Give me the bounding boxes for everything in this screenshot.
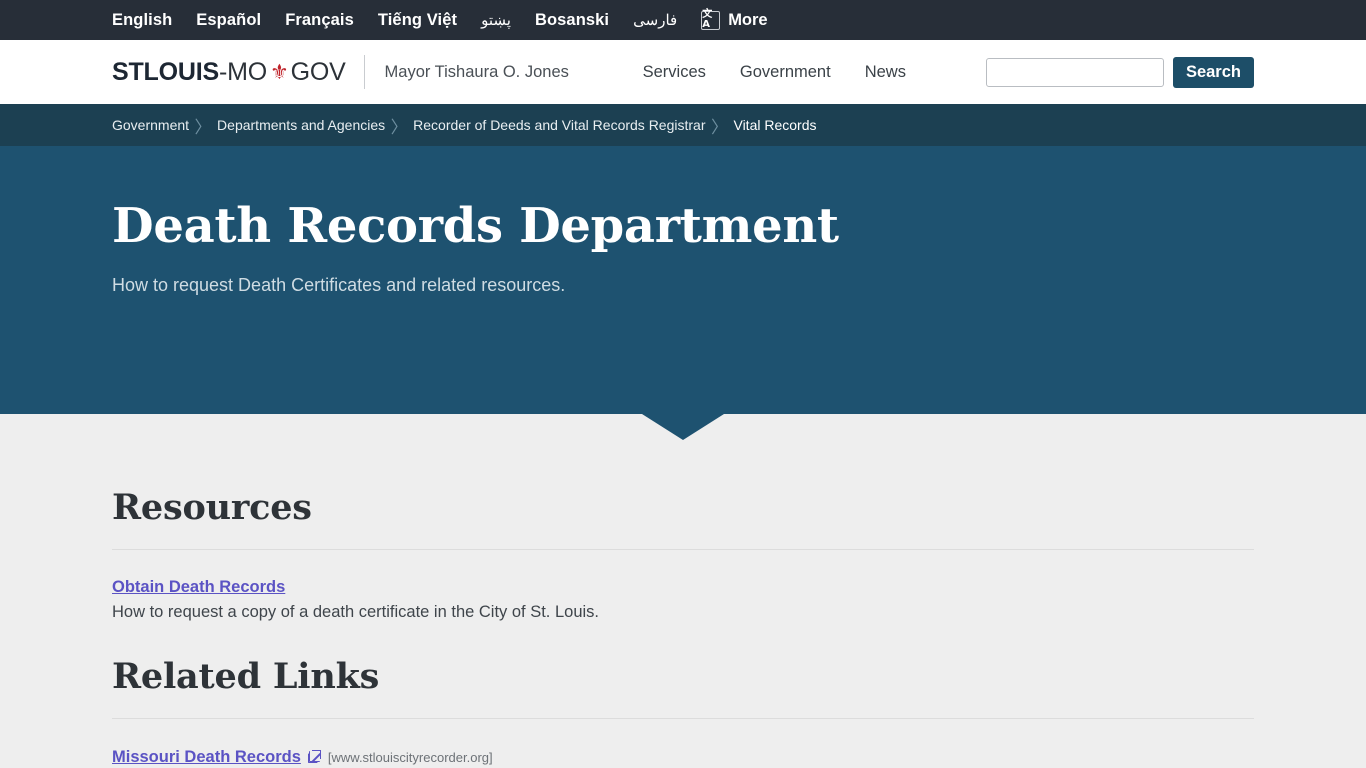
hero-banner: Death Records Department How to request …	[0, 146, 1366, 440]
language-more-label: More	[728, 10, 768, 29]
page-subtitle: How to request Death Certificates and re…	[112, 274, 566, 295]
hero-notch-arrow	[642, 414, 724, 440]
breadcrumb-item-vital-records: Vital Records	[733, 117, 817, 133]
search-input[interactable]	[985, 57, 1164, 87]
section-divider	[112, 549, 1254, 550]
fleur-de-lis-icon: ⚜	[269, 59, 289, 84]
language-link-bosanski[interactable]: Bosanski	[535, 11, 609, 30]
external-link-url: [www.stlouiscityrecorder.org]	[327, 750, 493, 765]
site-logo[interactable]: STLOUIS -MO ⚜ GOV	[112, 58, 346, 87]
search-button[interactable]: Search	[1172, 56, 1254, 88]
header-divider	[363, 55, 365, 89]
breadcrumb-item-departments-and-agencies[interactable]: Departments and Agencies	[217, 117, 385, 133]
breadcrumb: Government 〉 Departments and Agencies 〉 …	[0, 104, 1366, 146]
nav-item-government[interactable]: Government	[740, 63, 831, 82]
language-link-farsi[interactable]: فارسی	[633, 11, 677, 29]
language-link-english[interactable]: English	[112, 11, 172, 30]
section-heading-resources: Resources	[112, 487, 312, 528]
page-title: Death Records Department	[112, 198, 839, 254]
logo-text-mo: -MO	[218, 57, 267, 86]
mayor-name: Mayor Tishaura O. Jones	[384, 62, 569, 81]
list-item: Missouri Death Records [www.stlouiscityr…	[112, 748, 1254, 767]
language-link-francais[interactable]: Français	[285, 11, 354, 30]
main-content: Resources Obtain Death Records How to re…	[0, 414, 1366, 767]
language-link-espanol[interactable]: Español	[196, 11, 261, 30]
chevron-right-icon: 〉	[710, 117, 728, 138]
nav-item-services[interactable]: Services	[643, 63, 706, 82]
section-heading-related-links: Related Links	[112, 656, 380, 697]
language-link-tieng-viet[interactable]: Tiếng Việt	[378, 11, 457, 30]
nav-item-news[interactable]: News	[865, 63, 906, 82]
site-header: STLOUIS -MO ⚜ GOV Mayor Tishaura O. Jone…	[0, 40, 1366, 104]
logo-text-gov: GOV	[290, 57, 346, 86]
resource-description: How to request a copy of a death certifi…	[112, 603, 600, 621]
search-form: Search	[985, 56, 1254, 88]
language-bar: English Español Français Tiếng Việt پښتو…	[0, 0, 1366, 40]
link-missouri-death-records[interactable]: Missouri Death Records	[112, 748, 301, 767]
chevron-right-icon: 〉	[194, 117, 212, 138]
chevron-right-icon: 〉	[390, 117, 408, 138]
language-more-button[interactable]: 文A More	[701, 10, 768, 30]
list-item: Obtain Death Records How to request a co…	[112, 578, 1254, 622]
language-link-pashto[interactable]: پښتو	[481, 11, 511, 29]
external-link-icon	[307, 750, 321, 763]
section-divider	[112, 718, 1254, 719]
link-obtain-death-records[interactable]: Obtain Death Records	[112, 578, 285, 597]
primary-navigation: Services Government News Search	[643, 56, 1254, 88]
translate-icon: 文A	[701, 10, 721, 30]
breadcrumb-item-government[interactable]: Government	[112, 117, 189, 133]
breadcrumb-item-recorder-of-deeds[interactable]: Recorder of Deeds and Vital Records Regi…	[413, 117, 705, 133]
logo-text-stlouis: STLOUIS	[112, 57, 219, 86]
